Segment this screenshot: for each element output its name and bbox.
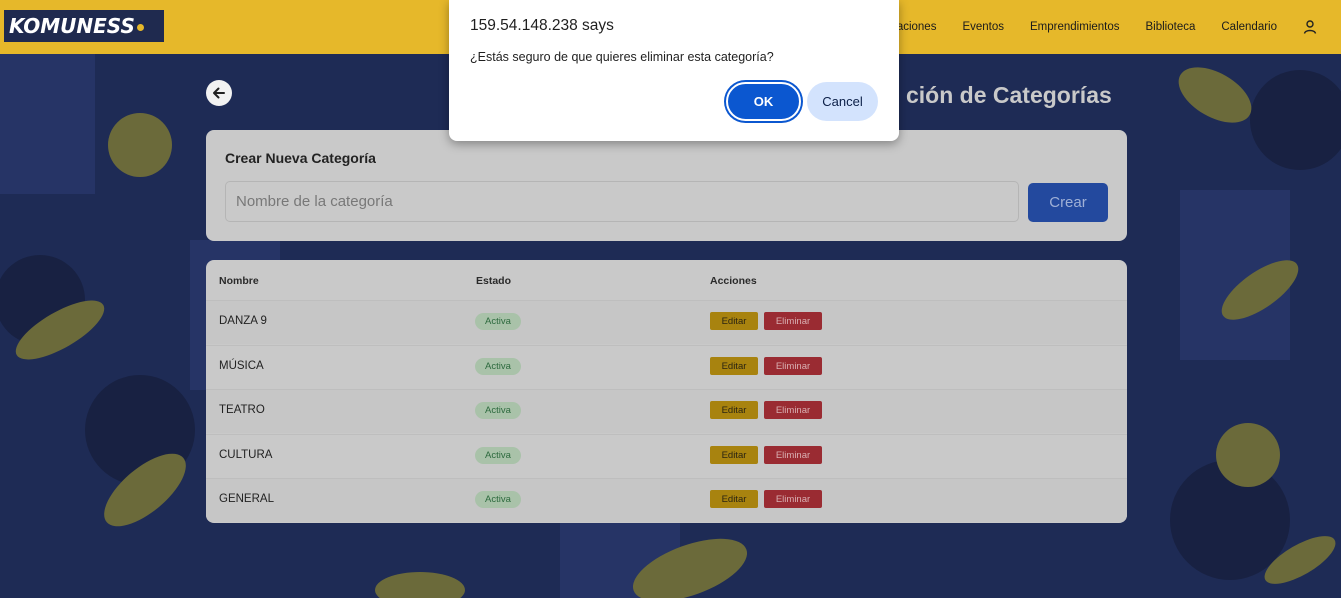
arrow-left-icon [213,87,225,99]
logo-text: KOMUNESS [9,14,135,38]
create-category-card: Crear Nueva Categoría Crear [206,130,1127,241]
table-row: CULTURA Activa Editar Eliminar [206,434,1127,478]
delete-button[interactable]: Eliminar [764,446,822,464]
column-header-nombre: Nombre [219,275,259,287]
nav-item-publicaciones[interactable]: aciones [897,21,937,33]
dialog-title: 159.54.148.238 says [470,17,614,34]
table-row: DANZA 9 Activa Editar Eliminar [206,300,1127,344]
category-name: GENERAL [219,493,274,505]
create-button[interactable]: Crear [1028,183,1108,222]
delete-button[interactable]: Eliminar [764,357,822,375]
edit-button[interactable]: Editar [710,401,758,419]
edit-button[interactable]: Editar [710,312,758,330]
edit-button[interactable]: Editar [710,490,758,508]
komuness-logo[interactable]: KOMUNESS [4,10,164,42]
category-name: TEATRO [219,404,265,416]
status-badge: Activa [475,358,521,375]
category-name: DANZA 9 [219,315,267,327]
column-header-acciones: Acciones [710,275,757,287]
status-badge: Activa [475,491,521,508]
category-name: MÚSICA [219,360,264,372]
column-header-estado: Estado [476,275,512,287]
user-icon[interactable] [1301,18,1319,36]
category-name: CULTURA [219,449,273,461]
edit-button[interactable]: Editar [710,446,758,464]
table-row: GENERAL Activa Editar Eliminar [206,478,1127,522]
back-button[interactable] [206,80,232,106]
user-icon-glyph [1303,20,1317,34]
nav-menu: aciones Eventos Emprendimientos Bibliote… [897,0,1319,54]
dialog-message: ¿Estás seguro de que quieres eliminar es… [470,50,774,64]
delete-button[interactable]: Eliminar [764,401,822,419]
table-row: TEATRO Activa Editar Eliminar [206,389,1127,433]
status-badge: Activa [475,447,521,464]
confirm-dialog: 159.54.148.238 says ¿Estás seguro de que… [449,0,899,141]
nav-item-biblioteca[interactable]: Biblioteca [1146,21,1196,33]
status-badge: Activa [475,402,521,419]
delete-button[interactable]: Eliminar [764,490,822,508]
logo-dot [136,24,144,31]
categories-table: Nombre Estado Acciones DANZA 9 Activa Ed… [206,260,1127,523]
status-badge: Activa [475,313,521,330]
nav-item-emprendimientos[interactable]: Emprendimientos [1030,21,1119,33]
delete-button[interactable]: Eliminar [764,312,822,330]
category-name-input[interactable] [225,181,1019,222]
table-row: MÚSICA Activa Editar Eliminar [206,345,1127,389]
page-title: ción de Categorías [906,82,1112,108]
create-category-title: Crear Nueva Categoría [225,150,376,166]
nav-item-eventos[interactable]: Eventos [962,21,1004,33]
nav-item-calendario[interactable]: Calendario [1221,21,1277,33]
ok-button[interactable]: OK [726,82,801,121]
cancel-button[interactable]: Cancel [807,82,878,121]
edit-button[interactable]: Editar [710,357,758,375]
